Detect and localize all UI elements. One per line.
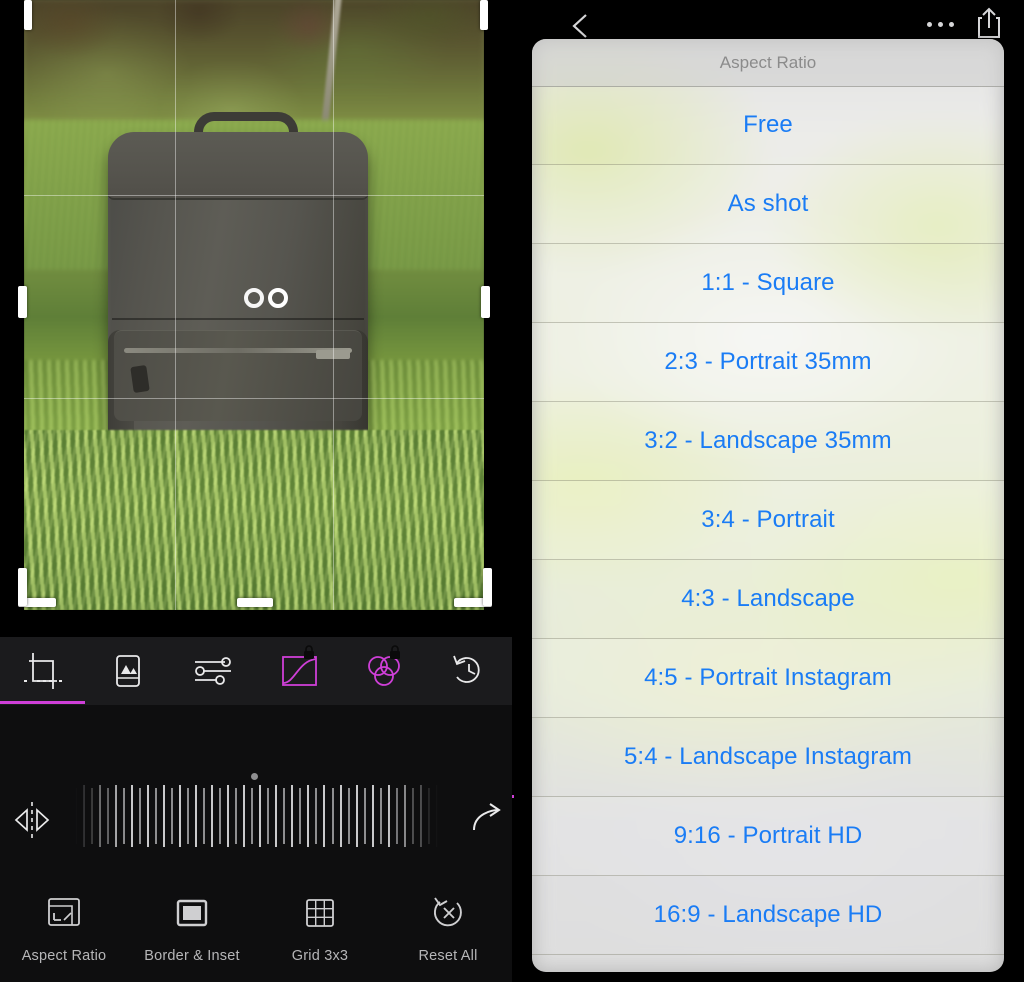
crop-handle-bottom-middle[interactable]: [237, 598, 273, 607]
backpack-zipper-pull: [130, 365, 150, 393]
tab-color-wheels[interactable]: [341, 637, 426, 705]
left-screenshot-edge-accent: [512, 795, 514, 798]
list-item[interactable]: As shot: [532, 165, 1004, 244]
border-inset-icon: [176, 899, 208, 927]
aspect-ratio-icon: [48, 898, 80, 926]
sheet-footer-spacer: [532, 955, 1004, 972]
reset-all-icon: [433, 897, 462, 927]
list-item-label: 16:9 - Landscape HD: [653, 901, 883, 928]
redo-arrow-icon[interactable]: [466, 800, 506, 840]
list-item-label: 5:4 - Landscape Instagram: [623, 743, 912, 770]
list-item[interactable]: 4:5 - Portrait Instagram: [532, 639, 1004, 718]
backpack-logo: [268, 288, 288, 308]
list-item[interactable]: 3:2 - Landscape 35mm: [532, 402, 1004, 481]
crop-handle-top-right[interactable]: [480, 0, 488, 30]
lock-icon: [389, 645, 400, 659]
rotation-row: 0.00°: [0, 705, 512, 767]
sheet-title: Aspect Ratio: [532, 39, 1004, 87]
more-options-icon[interactable]: [927, 14, 954, 34]
backpack-front-pocket: [114, 330, 362, 421]
list-item[interactable]: 9:16 - Portrait HD: [532, 797, 1004, 876]
crop-options-bar: Aspect Ratio Border & Inset Grid 3x3 Res…: [0, 875, 512, 982]
option-label: Grid 3x3: [291, 948, 349, 964]
crop-handle-left-middle[interactable]: [18, 286, 27, 318]
back-chevron-icon[interactable]: [568, 12, 594, 40]
list-item-label: 3:2 - Landscape 35mm: [644, 427, 892, 454]
crop-handle-top-left[interactable]: [24, 0, 32, 30]
backpack-top-flap: [108, 132, 368, 200]
list-item[interactable]: 4:3 - Landscape: [532, 560, 1004, 639]
option-label: Reset All: [418, 948, 478, 964]
tab-presets[interactable]: [85, 637, 170, 705]
crop-handle-bottom-right-vertical[interactable]: [483, 568, 492, 606]
option-reset-all[interactable]: Reset All: [384, 875, 512, 982]
list-item[interactable]: 1:1 - Square: [532, 244, 1004, 323]
photo-canvas[interactable]: [0, 0, 512, 637]
option-aspect-ratio[interactable]: Aspect Ratio: [0, 875, 128, 982]
crop-center-ring[interactable]: [244, 288, 264, 308]
tab-curves[interactable]: [256, 637, 341, 705]
crop-icon: [23, 653, 62, 689]
option-border-inset[interactable]: Border & Inset: [128, 875, 256, 982]
active-tab-indicator: [0, 701, 85, 704]
list-item-label: 9:16 - Portrait HD: [673, 822, 863, 849]
flip-horizontal-icon[interactable]: [10, 798, 54, 842]
crop-handle-bottom-left-vertical[interactable]: [18, 568, 27, 606]
sliders-icon: [195, 657, 232, 685]
tab-crop[interactable]: [0, 637, 85, 705]
tab-history[interactable]: [427, 637, 512, 705]
list-item-label: 4:5 - Portrait Instagram: [644, 664, 892, 691]
crop-grid-line-vertical-2: [333, 0, 334, 610]
list-item[interactable]: Free: [532, 86, 1004, 165]
photo-hedge-backdrop: [24, 0, 484, 120]
list-item-label: 1:1 - Square: [701, 269, 835, 296]
list-item[interactable]: 16:9 - Landscape HD: [532, 876, 1004, 955]
tool-tabs: [0, 637, 512, 705]
share-icon[interactable]: [972, 4, 1006, 42]
option-label: Border & Inset: [144, 948, 240, 964]
list-item-label: 2:3 - Portrait 35mm: [664, 348, 872, 375]
option-label: Aspect Ratio: [21, 948, 107, 964]
list-item[interactable]: 2:3 - Portrait 35mm: [532, 323, 1004, 402]
list-item-label: As shot: [727, 190, 809, 217]
photo-grass-near: [24, 430, 484, 610]
crop-grid-line-horizontal-2: [24, 398, 484, 399]
option-grid-3x3[interactable]: Grid 3x3: [256, 875, 384, 982]
list-item-label: Free: [743, 111, 793, 138]
rotation-dial[interactable]: [0, 770, 512, 870]
photo-editor-pane: 0.00°: [0, 0, 512, 982]
list-item-label: 4:3 - Landscape: [681, 585, 855, 612]
crop-handle-right-middle[interactable]: [481, 286, 490, 318]
aspect-ratio-list: Free As shot 1:1 - Square 2:3 - Portrait…: [532, 86, 1004, 972]
aspect-ratio-sheet: Aspect Ratio Free As shot 1:1 - Square 2…: [532, 39, 1004, 972]
list-item[interactable]: 5:4 - Landscape Instagram: [532, 718, 1004, 797]
crop-grid-line-vertical-1: [175, 0, 176, 610]
grid-3x3-icon: [306, 899, 334, 927]
sheet-title-label: Aspect Ratio: [719, 52, 817, 72]
backpack-seam: [112, 318, 364, 320]
list-item[interactable]: 3:4 - Portrait: [532, 481, 1004, 560]
dial-center-dot: [251, 773, 258, 780]
list-item-label: 3:4 - Portrait: [701, 506, 835, 533]
tab-adjust[interactable]: [171, 637, 256, 705]
crop-grid-line-horizontal-1: [24, 195, 484, 196]
lock-icon: [304, 645, 315, 659]
aspect-ratio-sheet-pane: Aspect Ratio Free As shot 1:1 - Square 2…: [512, 0, 1024, 982]
dial-ticks[interactable]: [75, 782, 438, 850]
image-presets-icon: [116, 655, 140, 687]
app-root: 0.00°: [0, 0, 1024, 982]
history-clock-icon: [453, 655, 480, 683]
